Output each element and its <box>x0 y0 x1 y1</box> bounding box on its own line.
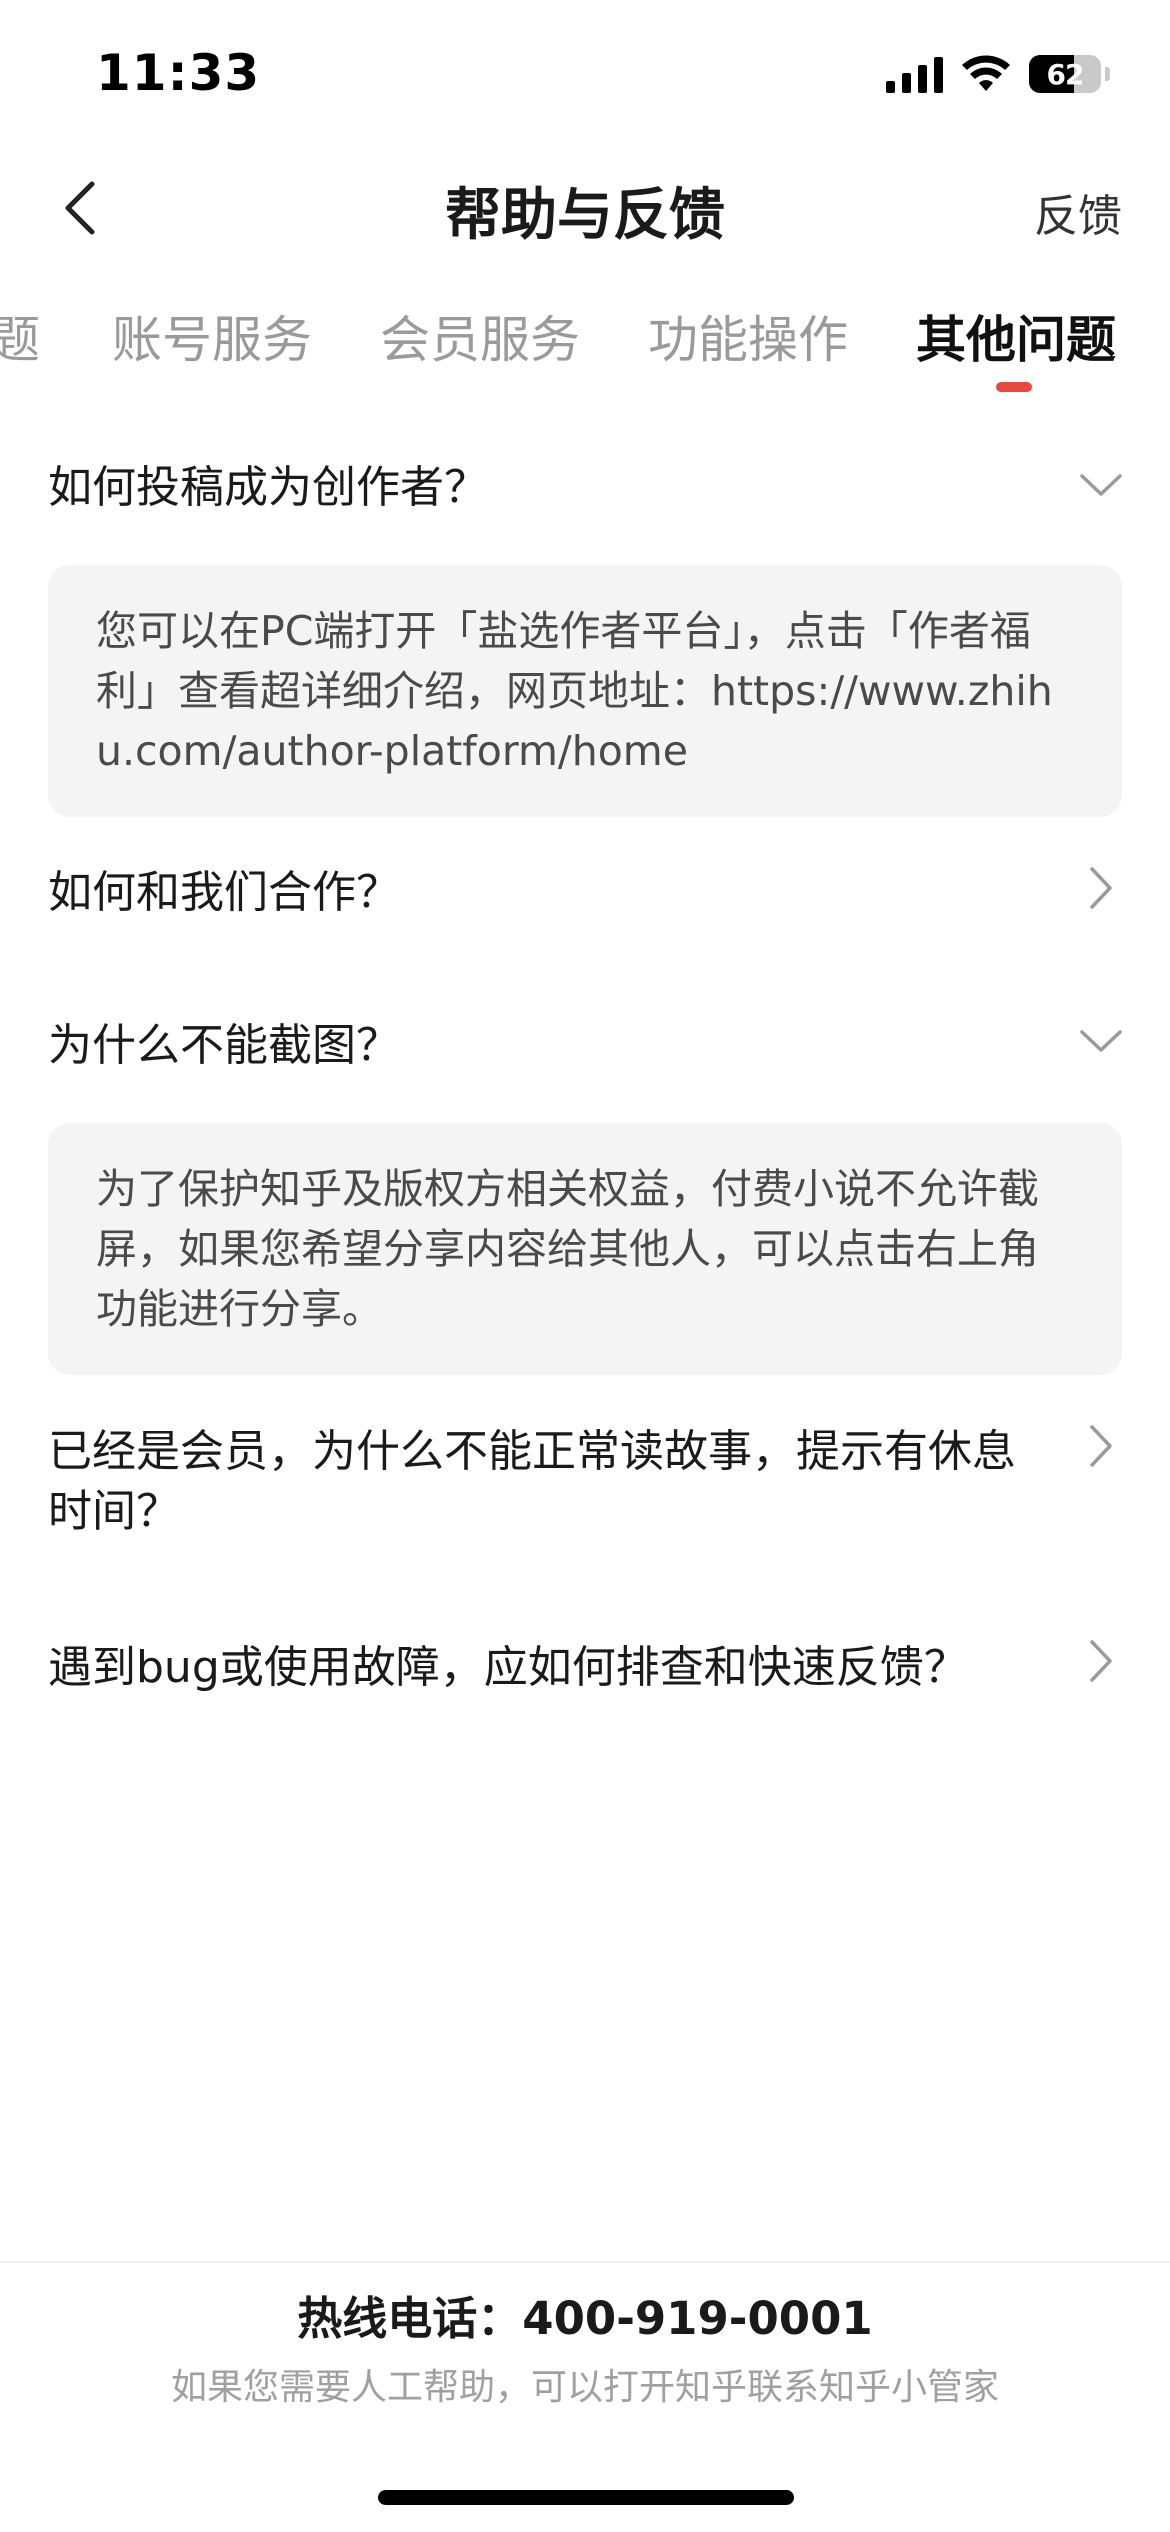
active-tab-indicator <box>996 382 1032 392</box>
tab-account-service[interactable]: 账号服务 <box>112 300 312 372</box>
wifi-icon <box>962 55 1010 91</box>
tab-feature-operation[interactable]: 功能操作 <box>648 300 848 372</box>
faq-question[interactable]: 如何投稿成为创作者？ <box>48 458 1058 518</box>
faq-answer: 为了保护知乎及版权方相关权益，付费小说不允许截屏，如果您希望分享内容给其他人，可… <box>48 1123 1122 1375</box>
faq-answer-text: 您可以在PC端打开「盐选作者平台」，点击「作者福利」查看超详细介绍，网页地址：h… <box>96 607 1053 775</box>
category-tabs: 题 账号服务 会员服务 功能操作 其他问题 <box>0 280 1170 410</box>
chevron-down-icon[interactable] <box>1076 1016 1126 1066</box>
status-time: 11:33 <box>96 44 261 102</box>
battery-icon: 62 <box>1029 55 1101 93</box>
status-bar: 11:33 62 <box>0 0 1170 140</box>
tab-membership-service[interactable]: 会员服务 <box>380 300 580 372</box>
home-indicator[interactable] <box>378 2490 794 2505</box>
chevron-right-icon[interactable] <box>1076 863 1126 913</box>
hotline-note: 如果您需要人工帮助，可以打开知乎联系知乎小管家 <box>170 2367 999 2408</box>
faq-answer: 您可以在PC端打开「盐选作者平台」，点击「作者福利」查看超详细介绍，网页地址：h… <box>48 565 1122 817</box>
page-title: 帮助与反馈 <box>445 183 725 248</box>
footer-divider <box>0 2261 1170 2263</box>
tab-partial[interactable]: 题 <box>0 300 40 372</box>
chevron-right-icon[interactable] <box>1076 1636 1126 1686</box>
faq-question[interactable]: 已经是会员，为什么不能正常读故事，提示有休息时间？ <box>48 1422 1058 1542</box>
faq-question[interactable]: 如何和我们合作？ <box>48 863 1058 923</box>
chevron-down-icon[interactable] <box>1076 460 1126 510</box>
help-feedback-screen: 11:33 62 帮助与反馈 反馈 题 账号服务 会员服务 功能操作 其他问题 … <box>0 0 1170 2532</box>
faq-answer-text: 为了保护知乎及版权方相关权益，付费小说不允许截屏，如果您希望分享内容给其他人，可… <box>96 1165 1039 1333</box>
chevron-right-icon[interactable] <box>1076 1421 1126 1471</box>
feedback-button[interactable]: 反馈 <box>1034 180 1122 244</box>
faq-question[interactable]: 遇到bug或使用故障，应如何排查和快速反馈？ <box>48 1638 1058 1698</box>
faq-question[interactable]: 为什么不能截图？ <box>48 1016 1058 1076</box>
status-icons: 62 <box>886 52 1110 96</box>
battery-cap <box>1105 67 1110 81</box>
hotline-phone[interactable]: 热线电话：400-919-0001 <box>0 2282 1170 2347</box>
tab-other-questions[interactable]: 其他问题 <box>916 300 1116 372</box>
nav-bar: 帮助与反馈 反馈 <box>0 140 1170 270</box>
signal-icon <box>886 55 943 93</box>
battery-level: 62 <box>1046 57 1085 91</box>
